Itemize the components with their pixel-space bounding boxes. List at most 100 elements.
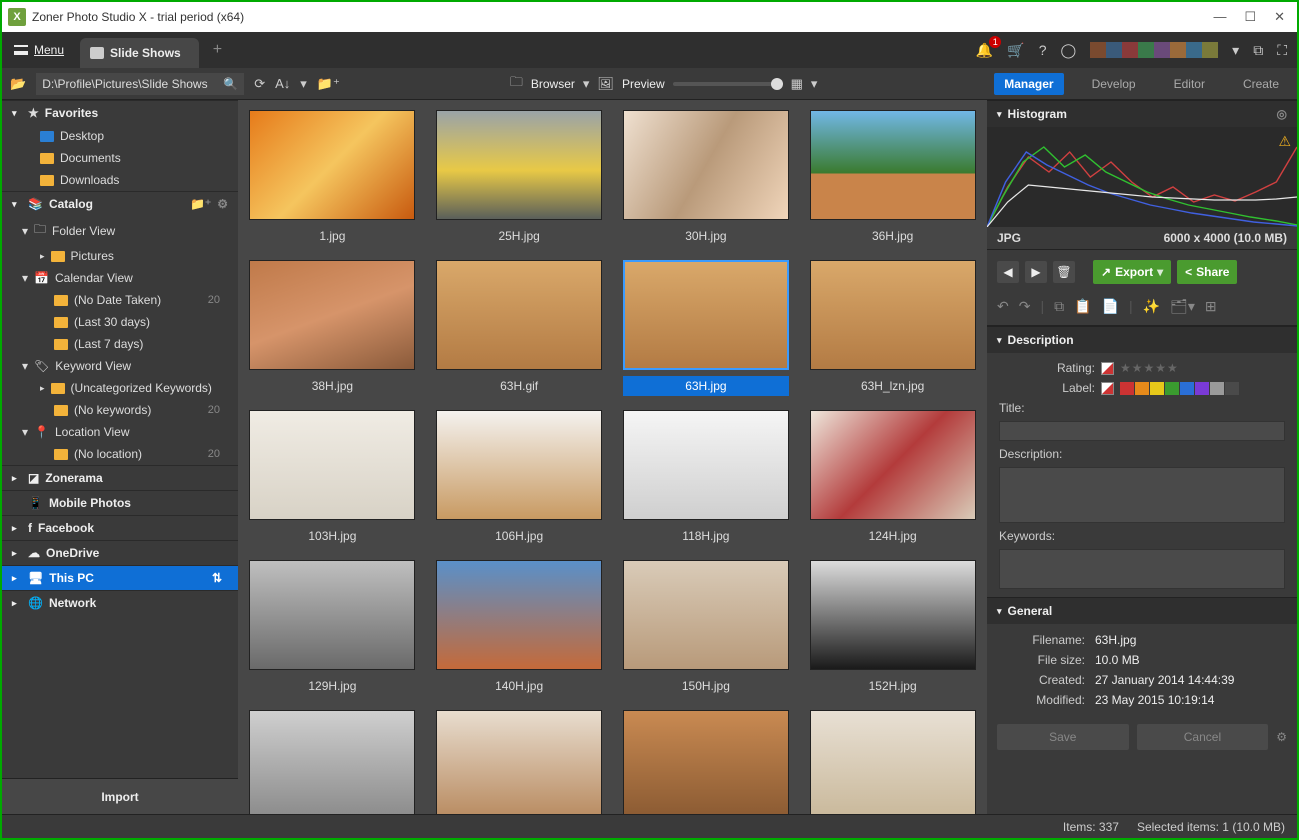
thumbnail[interactable]: 140H.jpg [431,560,608,696]
sidebar-root-facebook[interactable]: ▸fFacebook [2,515,238,540]
next-button[interactable]: ▶ [1025,261,1047,283]
thumbnail-size-slider[interactable] [673,82,783,86]
sidebar-root-onedrive[interactable]: ▸☁OneDrive [2,540,238,565]
sidebar-sub-item[interactable]: (No keywords)20 [2,399,238,421]
notifications-icon[interactable]: 🔔1 [976,42,993,59]
grid-view-icon[interactable]: ▦ [791,76,803,92]
description-head[interactable]: ▾Description [987,326,1297,353]
refresh-icon[interactable]: ⟳ [254,76,265,92]
minimize-button[interactable]: — [1213,9,1226,25]
prev-button[interactable]: ◀ [997,261,1019,283]
new-folder-icon[interactable]: 📁⁺ [317,76,340,92]
rating-stars[interactable]: ★★★★★ [1120,361,1179,375]
path-input[interactable]: D:\Profile\Pictures\Slide Shows 🔍 [36,73,244,95]
sidebar-favorites-head[interactable]: ▾★ Favorites [2,100,238,125]
paste-icon[interactable]: 📋 [1074,298,1091,315]
thumbnail-browser[interactable]: 1.jpg25H.jpg30H.jpg36H.jpg 38H.jpg63H.gif… [238,100,987,814]
sidebar-sub-item[interactable]: (No Date Taken)20 [2,289,238,311]
label-swatches[interactable] [1120,382,1239,395]
thumbnail[interactable]: 30H.jpg [618,110,795,246]
sidebar-catalog-head[interactable]: ▾📚 Catalog 📁⁺⚙ [2,191,238,216]
sidebar-location-view[interactable]: ▾📍Location View [2,421,238,443]
thumbnail[interactable]: 25H.jpg [431,110,608,246]
metadata-settings-icon[interactable]: ⚙ [1276,730,1287,744]
grid-drop-icon[interactable]: ▾ [811,76,818,92]
thumbnail[interactable]: 63H.gif [431,260,608,396]
catalog-settings-icon[interactable]: ⚙ [217,197,228,211]
fullscreen-icon[interactable]: ⛶ [1277,42,1287,59]
sidebar-fav-item[interactable]: Desktop [2,125,238,147]
mode-manager[interactable]: Manager [994,73,1063,95]
menu-button[interactable]: Menu [2,32,76,68]
save-button[interactable]: Save [997,724,1129,750]
sort-icon[interactable]: A↓ [275,76,290,91]
dropdown-icon[interactable]: ▾ [1232,42,1239,59]
tab-slide-shows[interactable]: Slide Shows [80,38,199,68]
thumbnail[interactable]: 103H.jpg [244,410,421,546]
thumbnail[interactable] [244,710,421,814]
help-icon[interactable]: ? [1039,42,1047,58]
up-folder-icon[interactable]: 📂 [10,76,26,92]
sidebar-root-network[interactable]: ▸🌐Network [2,590,238,615]
new-tab-button[interactable]: + [213,41,222,59]
description-input[interactable] [999,467,1285,523]
thumbnail[interactable]: 152H.jpg [804,560,981,696]
sidebar-keyword-view[interactable]: ▾🏷Keyword View [2,355,238,377]
sidebar-root-mobile-photos[interactable]: ▸📱Mobile Photos [2,490,238,515]
thumbnail[interactable]: 38H.jpg [244,260,421,396]
sidebar-sub-item[interactable]: (Last 30 days) [2,311,238,333]
thumbnail[interactable]: 106H.jpg [431,410,608,546]
sidebar-root-zonerama[interactable]: ▸◪Zonerama [2,465,238,490]
magic-icon[interactable]: ✨ [1143,298,1160,315]
search-icon[interactable]: 🔍 [223,77,238,91]
tag-add-icon[interactable]: ⊞ [1205,298,1217,315]
import-button[interactable]: Import [2,778,238,814]
thumbnail[interactable]: 129H.jpg [244,560,421,696]
share-button[interactable]: <Share [1177,260,1237,284]
rotate-right-icon[interactable]: ↷ [1019,298,1031,315]
histogram-head[interactable]: ▾Histogram◎ [987,100,1297,127]
clipboard-icon[interactable]: 📄 [1102,298,1119,315]
thumbnail[interactable]: 150H.jpg [618,560,795,696]
mode-editor[interactable]: Editor [1164,73,1215,95]
thumbnail[interactable]: 63H.jpg [618,260,795,396]
sidebar-sub-item[interactable]: (No location)20 [2,443,238,465]
sidebar-fav-item[interactable]: Documents [2,147,238,169]
thumbnail[interactable]: 118H.jpg [618,410,795,546]
sidebar-fav-item[interactable]: Downloads [2,169,238,191]
thumbnail[interactable]: 1.jpg [244,110,421,246]
close-button[interactable]: ✕ [1274,9,1285,25]
copy-icon[interactable]: ⧉ [1054,298,1064,315]
thumbnail[interactable] [431,710,608,814]
thumbnail[interactable]: 63H_lzn.jpg [804,260,981,396]
thumbnail[interactable]: 124H.jpg [804,410,981,546]
sidebar-folder-view[interactable]: ▾🗀Folder View [2,216,238,245]
external-window-icon[interactable]: ⧉ [1253,42,1263,59]
export-button[interactable]: ↗Export▾ [1093,260,1171,284]
general-head[interactable]: ▾General [987,597,1297,624]
rating-clear-icon[interactable] [1101,362,1114,375]
stack-icon[interactable]: 🗂▾ [1170,298,1195,315]
keywords-input[interactable] [999,549,1285,589]
mode-create[interactable]: Create [1233,73,1289,95]
user-icon[interactable]: ◯ [1060,42,1076,59]
thumbnail[interactable] [618,710,795,814]
thumbnail[interactable] [804,710,981,814]
sort-drop-icon[interactable]: ▾ [300,76,307,92]
mode-develop[interactable]: Develop [1082,73,1146,95]
cancel-button[interactable]: Cancel [1137,724,1269,750]
cart-icon[interactable]: 🛒 [1007,42,1024,59]
delete-button[interactable]: 🗑 [1053,261,1075,283]
histogram-target-icon[interactable]: ◎ [1277,107,1287,121]
sidebar-root-this-pc[interactable]: ▸🖥This PC⇅ [2,565,238,590]
label-clear-icon[interactable] [1101,382,1114,395]
browser-drop-icon[interactable]: ▾ [583,76,590,92]
thumbnail[interactable]: 36H.jpg [804,110,981,246]
rotate-left-icon[interactable]: ↶ [997,298,1009,315]
title-input[interactable] [999,421,1285,441]
browser-label[interactable]: Browser [531,77,575,91]
sidebar-sub-item[interactable]: (Last 7 days) [2,333,238,355]
sidebar-sub-item[interactable]: ▸(Uncategorized Keywords) [2,377,238,399]
maximize-button[interactable]: ☐ [1244,9,1256,25]
catalog-add-icon[interactable]: 📁⁺ [190,197,211,211]
